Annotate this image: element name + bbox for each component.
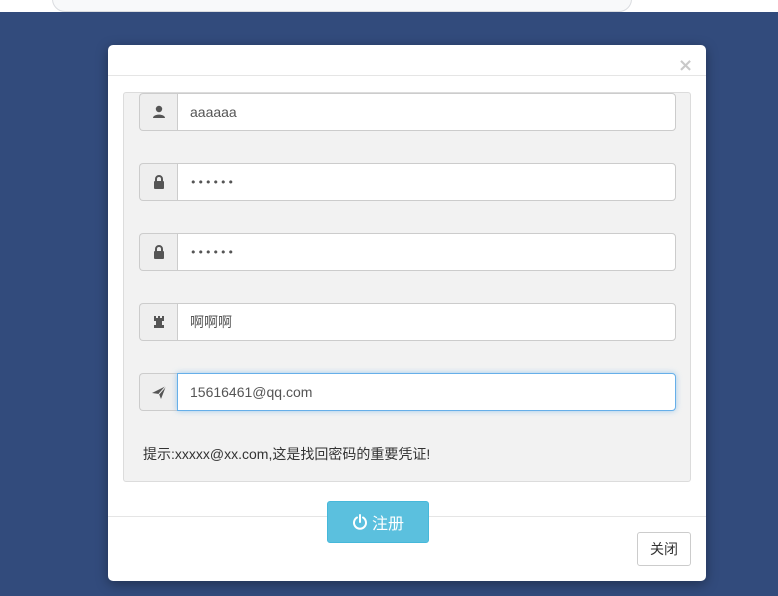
tower-icon xyxy=(139,303,177,341)
address-bar[interactable] xyxy=(52,0,632,12)
nickname-group xyxy=(139,303,676,341)
register-form: 提示:xxxxx@xx.com,这是找回密码的重要凭证! xyxy=(123,92,691,482)
confirm-password-group xyxy=(139,233,676,271)
close-icon[interactable]: × xyxy=(678,57,693,75)
nickname-input[interactable] xyxy=(177,303,676,341)
modal-header: × xyxy=(108,45,706,76)
register-modal: × aaaaaa •••••• •••••• 啊啊啊 15616461@qq.c… xyxy=(108,45,706,581)
close-label: 关闭 xyxy=(650,542,678,558)
close-button[interactable]: 关闭 xyxy=(637,532,691,566)
password-input[interactable] xyxy=(177,163,676,201)
username-group xyxy=(139,93,676,131)
browser-toolbar-strip xyxy=(0,0,778,12)
lock-icon xyxy=(139,163,177,201)
send-icon xyxy=(139,373,177,411)
register-label: 注册 xyxy=(371,514,404,533)
user-icon xyxy=(139,93,177,131)
confirm-password-input[interactable] xyxy=(177,233,676,271)
username-input[interactable] xyxy=(177,93,676,131)
email-hint: 提示:xxxxx@xx.com,这是找回密码的重要凭证! xyxy=(143,446,431,462)
email-group xyxy=(139,373,676,411)
power-icon xyxy=(353,514,367,530)
register-button[interactable]: 注册 xyxy=(327,501,429,543)
password-group xyxy=(139,163,676,201)
lock-icon xyxy=(139,233,177,271)
email-input[interactable] xyxy=(177,373,676,411)
